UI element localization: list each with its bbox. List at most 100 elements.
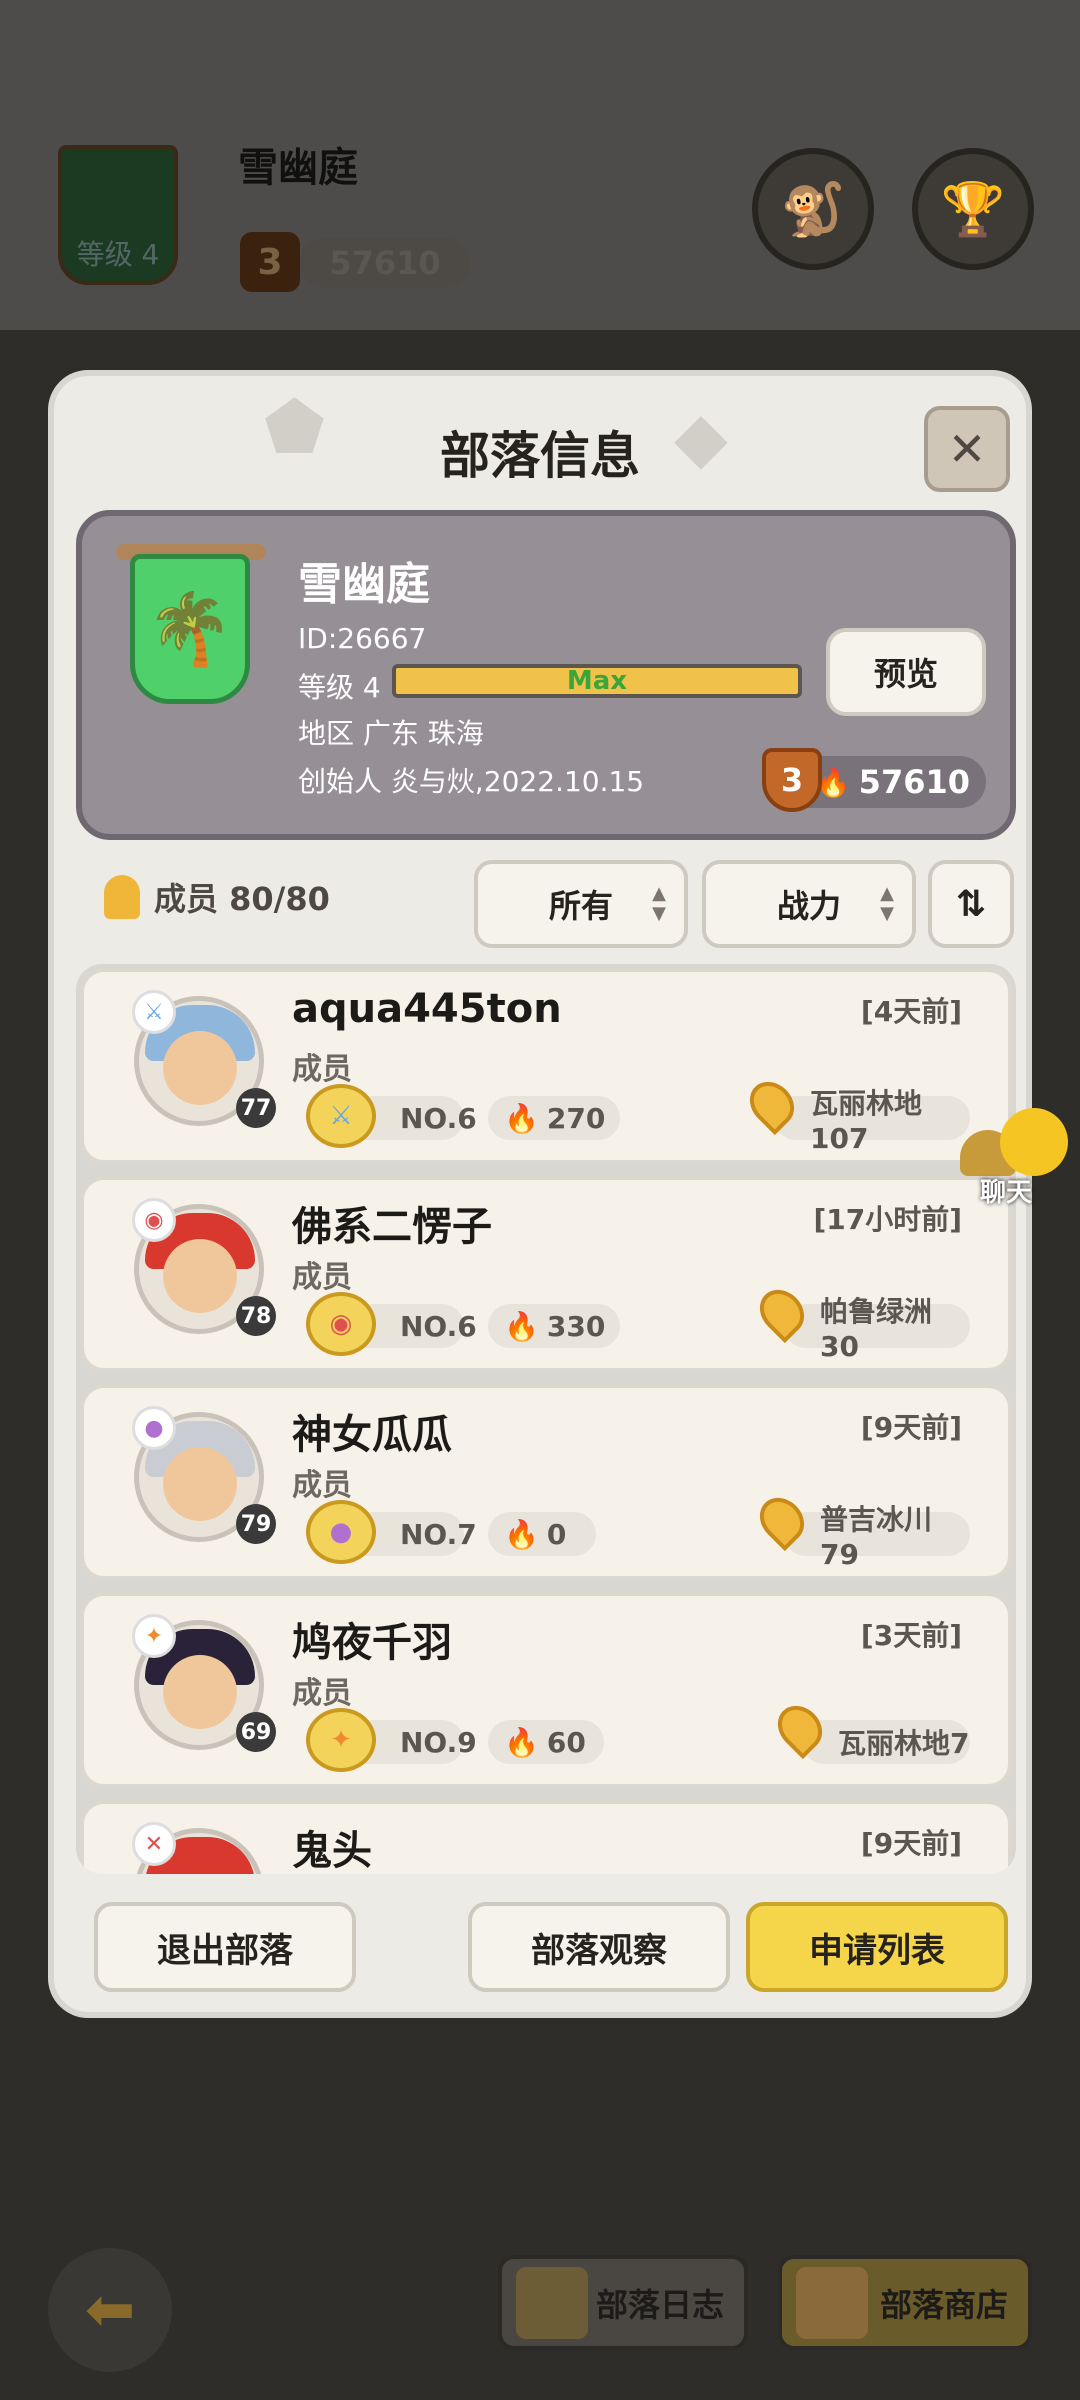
flame-icon: 🔥	[504, 1309, 539, 1343]
updown-arrows-icon: ▲ ▼	[880, 883, 894, 924]
location-pill: 瓦丽林地107	[774, 1087, 970, 1155]
background-tribe-banner: 等级 4	[58, 145, 178, 285]
tribe-region: 地区 广东 珠海	[298, 717, 484, 750]
leave-tribe-button[interactable]: 退出部落	[94, 1902, 356, 1992]
tribe-log-label: 部落日志	[595, 2285, 724, 2324]
preview-button[interactable]: 预览	[826, 628, 986, 716]
monkey-icon[interactable]: 🐒	[752, 148, 874, 270]
filter-all-label: 所有	[548, 887, 613, 925]
member-row[interactable]: ✦ 69 鸠夜千羽 [3天前] 成员 NO.9 ✦ 🔥 60 瓦丽林地7	[80, 1592, 1012, 1788]
class-x-icon: ✕	[132, 1822, 176, 1866]
class-orb-icon: ●	[132, 1406, 176, 1450]
member-power: 0	[546, 1517, 567, 1551]
member-location: 瓦丽林地7	[838, 1727, 970, 1760]
tribe-founder: 创始人 炎与炏,2022.10.15	[298, 765, 645, 798]
member-level: 78	[236, 1296, 276, 1336]
class-target-icon: ◉	[132, 1198, 176, 1242]
sort-button[interactable]: ⇅	[928, 860, 1014, 948]
member-power: 330	[546, 1309, 606, 1343]
flame-icon: 🔥	[504, 1517, 539, 1551]
member-power: 270	[546, 1101, 606, 1135]
tribe-shop-label: 部落商店	[879, 2285, 1008, 2324]
member-name: 佛系二愣子	[292, 1204, 492, 1250]
flame-icon: 🔥	[504, 1101, 539, 1135]
scroll-icon	[516, 2267, 588, 2339]
tribe-log-button[interactable]: 部落日志	[498, 2255, 748, 2350]
member-name: aqua445ton	[292, 986, 562, 1032]
member-last-seen: [9天前]	[860, 1827, 962, 1860]
member-name: 鸠夜千羽	[292, 1620, 452, 1666]
member-power: 60	[546, 1725, 586, 1759]
member-row[interactable]: ⚔ 77 aqua445ton [4天前] 成员 NO.6 ⚔ 🔥 270 瓦丽…	[80, 968, 1012, 1164]
member-role: 成员	[292, 1260, 352, 1295]
tribe-name: 雪幽庭	[298, 559, 430, 610]
filter-power-dropdown[interactable]: 战力 ▲ ▼	[702, 860, 916, 948]
level-bar-text: Max	[566, 666, 628, 696]
tribe-summary-card: 🌴 雪幽庭 ID:26667 等级 4 Max 地区 广东 珠海 创始人 炎与炏…	[76, 510, 1016, 840]
flame-icon: 🔥	[504, 1725, 539, 1759]
chat-face-icon	[1000, 1108, 1068, 1176]
member-role: 成员	[292, 1676, 352, 1711]
power-pill: 🔥 330	[488, 1304, 620, 1348]
location-pill: 瓦丽林地7	[802, 1720, 970, 1764]
member-name: 鬼头	[292, 1828, 372, 1874]
member-location: 帕鲁绿洲30	[820, 1294, 933, 1363]
members-count: 成员 80/80	[104, 874, 330, 920]
rank-medal-icon: ◉	[306, 1292, 376, 1356]
filter-all-dropdown[interactable]: 所有 ▲ ▼	[474, 860, 688, 948]
member-location: 普吉冰川79	[820, 1502, 933, 1571]
background-level-badge: 3	[240, 232, 300, 292]
member-rank: NO.7	[400, 1517, 477, 1551]
background-tribe-name: 雪幽庭	[238, 145, 358, 191]
chat-label: 聊天	[980, 1178, 1033, 1208]
back-arrow-icon[interactable]: ⬅	[48, 2248, 172, 2372]
member-last-seen: [17小时前]	[813, 1203, 962, 1236]
ranking-icon[interactable]: 🏆	[912, 148, 1034, 270]
shield-level-badge: 3	[762, 748, 822, 812]
background-power: 57610	[300, 238, 470, 288]
power-pill: 🔥 270	[488, 1096, 620, 1140]
chat-button[interactable]: 聊天	[960, 1108, 1070, 1208]
member-last-seen: [9天前]	[860, 1411, 962, 1444]
member-level: 79	[236, 1504, 276, 1544]
location-pill: 帕鲁绿洲30	[784, 1295, 970, 1363]
filter-power-label: 战力	[776, 887, 841, 925]
tribe-level-label: 等级 4	[298, 671, 381, 704]
class-claw-icon: ✦	[132, 1614, 176, 1658]
tribe-shop-button[interactable]: 部落商店	[778, 2255, 1032, 2350]
tribe-power-value: 57610	[858, 763, 970, 801]
member-rank: NO.6	[400, 1101, 477, 1135]
close-button[interactable]: ✕	[924, 406, 1010, 492]
member-last-seen: [4天前]	[860, 995, 962, 1028]
person-icon	[104, 875, 140, 919]
apply-list-button[interactable]: 申请列表	[746, 1902, 1008, 1992]
tribe-id: ID:26667	[298, 622, 427, 655]
rank-medal-icon: ⚔	[306, 1084, 376, 1148]
modal-title: 部落信息	[440, 427, 640, 485]
power-pill: 🔥 0	[488, 1512, 596, 1556]
member-row[interactable]: ● 79 神女瓜瓜 [9天前] 成员 NO.7 ● 🔥 0 普吉冰川79	[80, 1384, 1012, 1580]
tribe-info-modal: ⬟ ◆ 部落信息 ✕ 🌴 雪幽庭 ID:26667 等级 4 Max 地区 广东…	[48, 370, 1032, 2018]
location-pill: 普吉冰川79	[784, 1503, 970, 1571]
members-count-label: 成员 80/80	[154, 880, 330, 918]
member-row[interactable]: ◉ 78 佛系二愣子 [17小时前] 成员 NO.6 ◉ 🔥 330 帕鲁绿洲3…	[80, 1176, 1012, 1372]
power-pill: 🔥 60	[488, 1720, 604, 1764]
sort-icon: ⇅	[955, 883, 987, 925]
member-role: 成员	[292, 1052, 352, 1087]
observe-tribe-button[interactable]: 部落观察	[468, 1902, 730, 1992]
close-icon: ✕	[947, 422, 987, 476]
background-banner-level: 等级 4	[76, 238, 160, 271]
shop-icon	[796, 2267, 868, 2339]
member-rank: NO.6	[400, 1309, 477, 1343]
member-row[interactable]: ✕ 鬼头 [9天前]	[80, 1800, 1012, 1874]
updown-arrows-icon: ▲ ▼	[652, 883, 666, 924]
member-rank: NO.9	[400, 1725, 477, 1759]
tribe-level-bar: Max	[392, 664, 802, 698]
member-location: 瓦丽林地107	[810, 1086, 923, 1155]
member-level: 69	[236, 1712, 276, 1752]
member-name: 神女瓜瓜	[292, 1412, 452, 1458]
palm-tree-banner-icon: 🌴	[130, 554, 250, 704]
class-sword-icon: ⚔	[132, 990, 176, 1034]
member-list[interactable]: ⚔ 77 aqua445ton [4天前] 成员 NO.6 ⚔ 🔥 270 瓦丽…	[76, 964, 1016, 1874]
member-role: 成员	[292, 1468, 352, 1503]
